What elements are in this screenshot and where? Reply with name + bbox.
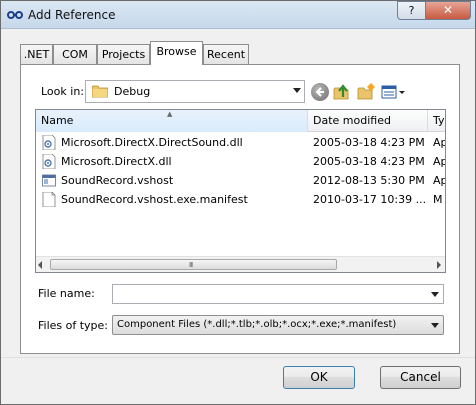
horizontal-scrollbar[interactable]: III bbox=[36, 256, 445, 272]
file-name: Microsoft.DirectX.DirectSound.dll bbox=[61, 136, 243, 149]
look-in-label: Look in: bbox=[41, 85, 84, 98]
chevron-down-icon[interactable] bbox=[431, 292, 439, 297]
column-header-name-label: Name bbox=[41, 114, 74, 127]
reference-icon bbox=[7, 11, 23, 19]
dll-icon bbox=[42, 135, 56, 150]
scroll-left-icon[interactable] bbox=[38, 261, 42, 269]
footer-divider bbox=[1, 357, 475, 358]
file-type: Ap bbox=[433, 136, 445, 149]
column-header-name[interactable]: Name ▲ bbox=[36, 110, 308, 132]
chevron-down-icon bbox=[293, 88, 301, 93]
ok-button[interactable]: OK bbox=[283, 366, 355, 389]
file-type: Ap bbox=[433, 155, 445, 168]
new-folder-icon bbox=[357, 83, 375, 100]
look-in-dropdown[interactable]: Debug bbox=[85, 80, 305, 103]
add-reference-dialog: Add Reference ? ✕ .NET COM Projects Brow… bbox=[0, 0, 476, 405]
cancel-button[interactable]: Cancel bbox=[380, 366, 461, 389]
file-name: SoundRecord.vshost.exe.manifest bbox=[61, 193, 248, 206]
file-type: M bbox=[433, 193, 443, 206]
file-name: Microsoft.DirectX.dll bbox=[61, 155, 172, 168]
file-type-value: Component Files (*.dll;*.tlb;*.olb;*.ocx… bbox=[117, 319, 397, 330]
scroll-right-icon[interactable] bbox=[437, 261, 441, 269]
file-row[interactable]: Microsoft.DirectX.dll 2005-03-18 4:23 PM… bbox=[36, 152, 445, 171]
list-header: Name ▲ Date modified Ty bbox=[36, 110, 445, 132]
file-date: 2005-03-18 4:23 PM bbox=[313, 155, 425, 168]
file-list[interactable]: Name ▲ Date modified Ty Microsoft.Direct… bbox=[35, 109, 446, 273]
back-icon bbox=[315, 87, 324, 97]
column-header-date[interactable]: Date modified bbox=[308, 110, 428, 132]
file-type: Ap bbox=[433, 174, 445, 187]
file-type-dropdown[interactable]: Component Files (*.dll;*.tlb;*.olb;*.ocx… bbox=[112, 315, 444, 335]
file-date: 2005-03-18 4:23 PM bbox=[313, 136, 425, 149]
title-bar[interactable]: Add Reference ? ✕ bbox=[1, 1, 475, 29]
new-folder-button[interactable] bbox=[357, 83, 375, 101]
file-name-label: File name: bbox=[38, 287, 95, 300]
tab-recent[interactable]: Recent bbox=[203, 44, 249, 65]
file-date: 2010-03-17 10:39 ... bbox=[313, 193, 427, 206]
dll-icon bbox=[42, 154, 56, 169]
file-type-label: Files of type: bbox=[38, 319, 109, 332]
scrollbar-thumb[interactable]: III bbox=[50, 259, 337, 270]
scrollbar-grip: III bbox=[189, 261, 193, 269]
up-folder-button[interactable] bbox=[333, 83, 351, 101]
look-in-value: Debug bbox=[114, 85, 151, 98]
tab-com[interactable]: COM bbox=[53, 44, 97, 65]
file-row[interactable]: Microsoft.DirectX.DirectSound.dll 2005-0… bbox=[36, 133, 445, 152]
browse-panel: Look in: Debug Name ▲ Date modified Ty M… bbox=[20, 64, 460, 354]
views-menu-icon bbox=[381, 85, 405, 99]
window-title: Add Reference bbox=[28, 8, 116, 22]
sort-ascending-icon: ▲ bbox=[167, 110, 173, 118]
close-button[interactable]: ✕ bbox=[425, 1, 471, 20]
file-icon bbox=[42, 192, 56, 207]
back-button[interactable] bbox=[311, 83, 329, 101]
column-header-type[interactable]: Ty bbox=[428, 110, 445, 132]
file-name-combo[interactable] bbox=[112, 284, 444, 304]
file-row[interactable]: SoundRecord.vshost 2012-08-13 5:30 PM Ap bbox=[36, 171, 445, 190]
file-name: SoundRecord.vshost bbox=[61, 174, 174, 187]
file-date: 2012-08-13 5:30 PM bbox=[313, 174, 425, 187]
views-menu-button[interactable] bbox=[381, 83, 407, 101]
tab-projects[interactable]: Projects bbox=[97, 44, 150, 65]
tab-browse[interactable]: Browse bbox=[150, 41, 203, 65]
up-folder-icon bbox=[333, 84, 349, 100]
chevron-down-icon bbox=[431, 323, 439, 328]
tab-net[interactable]: .NET bbox=[20, 44, 53, 65]
file-row[interactable]: SoundRecord.vshost.exe.manifest 2010-03-… bbox=[36, 190, 445, 209]
help-button[interactable]: ? bbox=[397, 1, 426, 20]
folder-icon bbox=[92, 85, 108, 98]
exe-icon bbox=[42, 174, 56, 187]
